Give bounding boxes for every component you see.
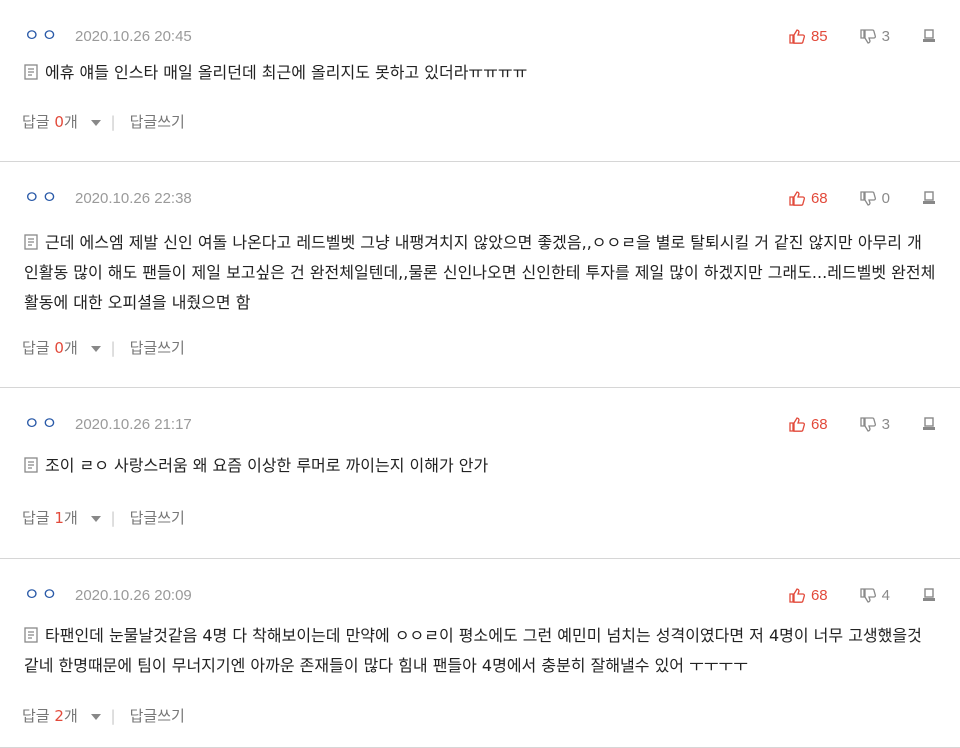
chevron-down-icon (90, 515, 101, 522)
reply-bar: 답글 2개 | 답글쓰기 (22, 706, 185, 726)
comment-timestamp: 2020.10.26 20:09 (75, 587, 192, 604)
divider: | (110, 113, 116, 131)
comment-timestamp: 2020.10.26 20:45 (75, 28, 192, 45)
reply-unit: 개 (63, 509, 78, 527)
reply-label: 답글 (22, 339, 50, 357)
reply-count: 0 (54, 113, 64, 131)
comment-text-block: 타팬인데 눈물날것같음 4명 다 착해보이는데 만약에 ㅇㅇㄹ이 평소에도 그런… (24, 621, 936, 681)
comment-header: ㅇㅇ 2020.10.26 21:17 68 3 (24, 414, 936, 434)
downvote-count: 3 (881, 415, 890, 433)
upvote-button[interactable]: 68 (789, 587, 828, 604)
downvote-button[interactable]: 3 (860, 28, 890, 45)
comment-item: ㅇㅇ 2020.10.26 21:17 68 3 조이 ㄹㅇ 사랑스러움 왜 요… (0, 388, 960, 559)
divider: | (110, 509, 116, 527)
write-reply-link[interactable]: 답글쓰기 (130, 706, 185, 726)
report-icon[interactable] (922, 417, 936, 431)
reply-unit: 개 (63, 113, 78, 131)
comment-username[interactable]: ㅇㅇ (24, 585, 59, 605)
upvote-button[interactable]: 68 (789, 416, 828, 433)
comment-text-block: 조이 ㄹㅇ 사랑스러움 왜 요즘 이상한 루머로 까이는지 이해가 안가 (24, 451, 936, 481)
reply-label: 답글 (22, 113, 50, 131)
comment-votes: 85 3 (789, 26, 936, 46)
upvote-count: 68 (810, 586, 828, 604)
thumbs-down-icon (860, 28, 876, 44)
thumbs-down-icon (860, 587, 876, 603)
write-reply-link[interactable]: 답글쓰기 (130, 112, 185, 132)
divider: | (110, 339, 116, 357)
upvote-count: 68 (810, 189, 828, 207)
comment-votes: 68 3 (789, 414, 936, 434)
memo-icon (24, 64, 38, 80)
chevron-down-icon (90, 713, 101, 720)
reply-toggle[interactable]: 답글 0개 (22, 112, 111, 132)
reply-bar: 답글 0개 | 답글쓰기 (22, 112, 185, 132)
comment-header: ㅇㅇ 2020.10.26 20:09 68 4 (24, 585, 936, 605)
reply-label: 답글 (22, 707, 50, 725)
reply-unit: 개 (63, 707, 78, 725)
comment-header: ㅇㅇ 2020.10.26 22:38 68 0 (24, 188, 936, 208)
thumbs-down-icon (860, 190, 876, 206)
reply-bar: 답글 1개 | 답글쓰기 (22, 508, 185, 528)
reply-count: 1 (54, 509, 64, 527)
memo-icon (24, 234, 38, 250)
downvote-button[interactable]: 0 (860, 190, 890, 207)
comment-text-block: 에휴 얘들 인스타 매일 올리던데 최근에 올리지도 못하고 있더라ㅠㅠㅠㅠ (24, 58, 936, 88)
reply-toggle[interactable]: 답글 1개 (22, 508, 111, 528)
thumbs-up-icon (789, 190, 805, 206)
thumbs-down-icon (860, 416, 876, 432)
reply-bar: 답글 0개 | 답글쓰기 (22, 338, 185, 358)
report-icon[interactable] (922, 588, 936, 602)
comment-text: 근데 에스엠 제발 신인 여돌 나온다고 레드벨벳 그냥 내팽겨치지 않았으면 … (24, 233, 936, 312)
comment-item: ㅇㅇ 2020.10.26 20:45 85 3 에휴 얘들 인스타 매일 올리… (0, 0, 960, 162)
downvote-button[interactable]: 4 (860, 587, 890, 604)
thumbs-up-icon (789, 587, 805, 603)
comment-timestamp: 2020.10.26 21:17 (75, 416, 192, 433)
comment-votes: 68 4 (789, 585, 936, 605)
upvote-count: 85 (810, 27, 828, 45)
comment-item: ㅇㅇ 2020.10.26 20:09 68 4 타팬인데 눈물날것같음 4명 … (0, 559, 960, 748)
upvote-button[interactable]: 68 (789, 190, 828, 207)
comment-text: 타팬인데 눈물날것같음 4명 다 착해보이는데 만약에 ㅇㅇㄹ이 평소에도 그런… (24, 626, 922, 675)
comment-votes: 68 0 (789, 188, 936, 208)
downvote-count: 4 (881, 586, 890, 604)
comment-text: 조이 ㄹㅇ 사랑스러움 왜 요즘 이상한 루머로 까이는지 이해가 안가 (45, 456, 489, 475)
comment-item: ㅇㅇ 2020.10.26 22:38 68 0 근데 에스엠 제발 신인 여돌… (0, 162, 960, 388)
comment-timestamp: 2020.10.26 22:38 (75, 190, 192, 207)
comment-username[interactable]: ㅇㅇ (24, 414, 59, 434)
chevron-down-icon (90, 119, 101, 126)
upvote-button[interactable]: 85 (789, 28, 828, 45)
divider: | (110, 707, 116, 725)
report-icon[interactable] (922, 29, 936, 43)
comment-username[interactable]: ㅇㅇ (24, 26, 59, 46)
report-icon[interactable] (922, 191, 936, 205)
reply-label: 답글 (22, 509, 50, 527)
reply-toggle[interactable]: 답글 0개 (22, 338, 111, 358)
comment-text: 에휴 얘들 인스타 매일 올리던데 최근에 올리지도 못하고 있더라ㅠㅠㅠㅠ (45, 63, 528, 82)
reply-toggle[interactable]: 답글 2개 (22, 706, 111, 726)
chevron-down-icon (90, 345, 101, 352)
write-reply-link[interactable]: 답글쓰기 (130, 508, 185, 528)
downvote-count: 3 (881, 27, 890, 45)
thumbs-up-icon (789, 416, 805, 432)
comment-username[interactable]: ㅇㅇ (24, 188, 59, 208)
thumbs-up-icon (789, 28, 805, 44)
memo-icon (24, 457, 38, 473)
reply-count: 0 (54, 339, 64, 357)
memo-icon (24, 627, 38, 643)
comment-text-block: 근데 에스엠 제발 신인 여돌 나온다고 레드벨벳 그냥 내팽겨치지 않았으면 … (24, 228, 936, 318)
upvote-count: 68 (810, 415, 828, 433)
downvote-button[interactable]: 3 (860, 416, 890, 433)
comment-header: ㅇㅇ 2020.10.26 20:45 85 3 (24, 26, 936, 46)
write-reply-link[interactable]: 답글쓰기 (130, 338, 185, 358)
reply-count: 2 (54, 707, 64, 725)
downvote-count: 0 (881, 189, 890, 207)
reply-unit: 개 (63, 339, 78, 357)
